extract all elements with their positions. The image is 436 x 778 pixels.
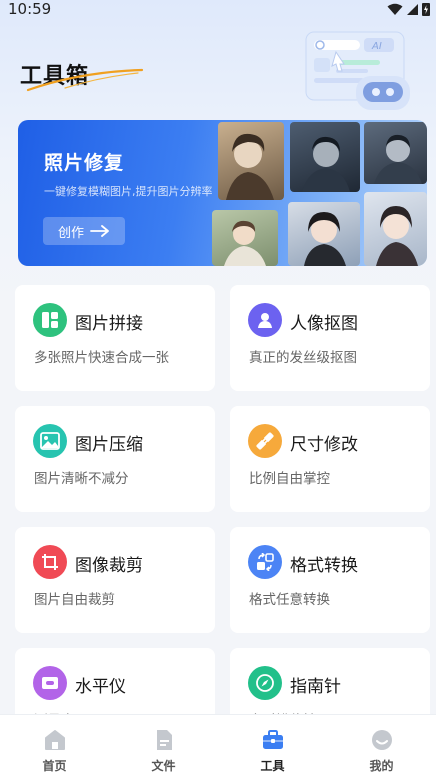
image-compress-icon [33,424,67,458]
tool-title: 水平仪 [75,677,126,697]
wifi-icon [387,3,403,15]
tool-card-image-compress[interactable]: 图片压缩 图片清晰不减分 [15,406,215,512]
create-button[interactable]: 创作 [43,217,125,245]
tool-title: 图片压缩 [75,435,143,455]
tab-label: 首页 [42,759,67,773]
status-bar: 10:59 [0,0,436,18]
tool-title: 人像抠图 [290,314,358,334]
tool-title: 图片拼接 [75,314,143,334]
tab-label: 我的 [369,759,394,773]
toolbox-icon [262,730,283,749]
banner-photo-3 [364,122,427,184]
banner-photo-5 [288,202,360,266]
tab-label: 文件 [151,759,176,773]
tool-desc: 图片清晰不减分 [34,471,129,487]
format-convert-icon [248,545,282,579]
banner-subtitle: 一键修复模糊图片,提升图片分辨率 [44,185,213,198]
banner-photo-collage [204,120,427,266]
status-icons [387,2,430,16]
tool-desc: 格式任意转换 [249,592,330,608]
banner-photo-2 [290,122,360,192]
tab-files[interactable]: 文件 [109,715,218,778]
tool-desc: 比例自由掌控 [249,471,330,487]
banner-title: 照片修复 [44,152,125,174]
tool-title: 指南针 [290,677,341,697]
compass-icon [248,666,282,700]
battery-charging-icon [422,3,430,16]
tool-card-crop[interactable]: 图像裁剪 图片自由裁剪 [15,527,215,633]
title-swoosh-decoration [26,68,144,92]
tool-title: 尺寸修改 [290,435,358,455]
banner-photo-4 [212,210,278,266]
status-time: 10:59 [8,0,52,18]
tab-label: 工具 [260,759,285,773]
ai-robot-illustration: AI [305,31,410,110]
signal-icon [407,3,418,15]
crop-icon [33,545,67,579]
bottom-tab-bar: 首页 文件 工具 我的 [0,714,436,778]
tool-title: 格式转换 [290,556,358,576]
resize-icon [248,424,282,458]
tab-home[interactable]: 首页 [0,715,109,778]
banner-photo-1 [218,122,284,200]
create-button-label: 创作 [57,225,84,241]
portrait-cutout-icon [248,303,282,337]
tab-tools[interactable]: 工具 [218,715,327,778]
banner-photo-6 [364,192,427,266]
svg-text:AI: AI [371,41,382,52]
tool-title: 图像裁剪 [75,556,143,576]
tool-card-portrait-cutout[interactable]: 人像抠图 真正的发丝级抠图 [230,285,430,391]
tool-desc: 图片自由裁剪 [34,592,115,608]
file-icon [156,730,172,750]
collage-icon [33,303,67,337]
photo-restore-banner[interactable]: 照片修复 一键修复模糊图片,提升图片分辨率 创作 [18,120,427,266]
level-icon [33,666,67,700]
tool-card-format-convert[interactable]: 格式转换 格式任意转换 [230,527,430,633]
tool-desc: 多张照片快速合成一张 [34,350,169,366]
tab-profile[interactable]: 我的 [327,715,436,778]
profile-icon [371,730,392,750]
tool-card-collage[interactable]: 图片拼接 多张照片快速合成一张 [15,285,215,391]
arrow-right-icon [90,225,109,237]
tool-card-resize[interactable]: 尺寸修改 比例自由掌控 [230,406,430,512]
tool-desc: 真正的发丝级抠图 [249,350,357,366]
home-icon [44,730,65,750]
